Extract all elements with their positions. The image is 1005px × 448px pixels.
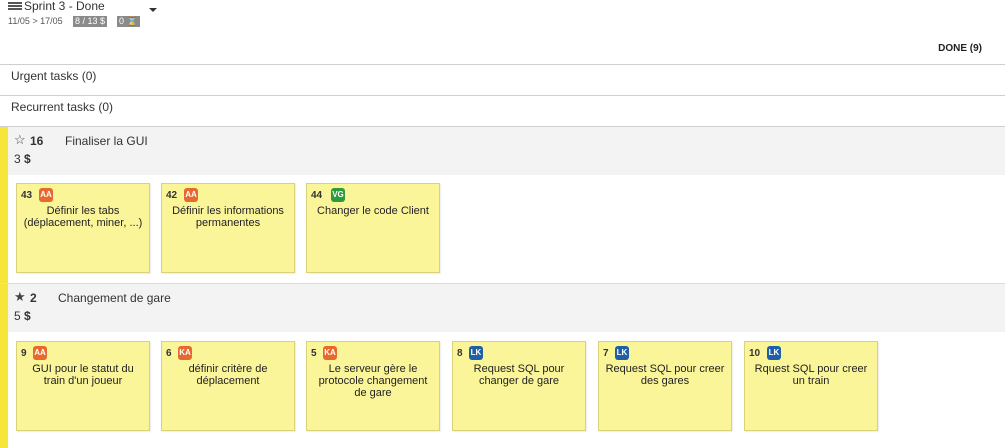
task-card[interactable]: 10 LK Rquest SQL pour creer un train xyxy=(744,341,878,431)
task-text: Rquest SQL pour creer un train xyxy=(754,363,868,387)
star-filled-icon[interactable]: ★ xyxy=(14,289,26,305)
star-outline-icon[interactable]: ☆ xyxy=(14,132,26,148)
story-title[interactable]: Finaliser la GUI xyxy=(65,134,148,148)
sprint-title[interactable]: Sprint 3 - Done xyxy=(24,0,105,13)
chevron-down-icon[interactable] xyxy=(149,8,157,12)
task-number: 44 xyxy=(311,190,323,201)
task-card[interactable]: 43 AA Définir les tabs (déplacement, min… xyxy=(16,183,150,273)
divider xyxy=(0,64,1005,65)
story-points: 5 $ xyxy=(14,309,31,323)
story-title[interactable]: Changement de gare xyxy=(58,291,171,305)
task-text: Request SQL pour creer des gares xyxy=(605,363,725,387)
task-number: 10 xyxy=(749,348,761,359)
task-text: Request SQL pour changer de gare xyxy=(473,363,565,387)
urgent-tasks-section[interactable]: Urgent tasks (0) xyxy=(11,69,96,83)
task-number: 8 xyxy=(457,348,463,359)
sprint-dates: 11/05 > 17/05 xyxy=(8,16,63,26)
story-header xyxy=(8,127,1005,175)
assignee-avatar: AA xyxy=(33,346,47,360)
task-number: 42 xyxy=(166,190,178,201)
assignee-avatar: VG xyxy=(331,188,345,202)
task-text: GUI pour le statut du train d'un joueur xyxy=(32,363,134,387)
task-card[interactable]: 6 KA définir critère de déplacement xyxy=(161,341,295,431)
sprint-header: Sprint 3 - Done 11/05 > 17/05 8 / 13 $ 0… xyxy=(0,0,1005,40)
task-text: Définir les tabs (déplacement, miner, ..… xyxy=(23,205,143,229)
task-text: Changer le code Client xyxy=(317,205,429,217)
story-number: 16 xyxy=(30,134,44,148)
sprint-list-icon xyxy=(8,2,22,11)
task-text: Le serveur gère le protocole changement … xyxy=(318,363,428,399)
assignee-avatar: KA xyxy=(323,346,337,360)
story-number: 2 xyxy=(30,291,37,305)
task-text: Définir les informations permanentes xyxy=(172,205,284,229)
task-number: 9 xyxy=(21,348,27,359)
task-card[interactable]: 8 LK Request SQL pour changer de gare xyxy=(452,341,586,431)
points-badge: 8 / 13 $ xyxy=(73,16,108,27)
assignee-avatar: LK xyxy=(469,346,483,360)
task-number: 6 xyxy=(166,348,172,359)
story-color-bar xyxy=(0,284,8,448)
task-card[interactable]: 7 LK Request SQL pour creer des gares xyxy=(598,341,732,431)
task-card[interactable]: 42 AA Définir les informations permanent… xyxy=(161,183,295,273)
divider xyxy=(0,95,1005,96)
story-color-bar xyxy=(0,127,8,283)
task-text: définir critère de déplacement xyxy=(188,363,268,387)
hours-badge: 0 ⌛ xyxy=(117,16,140,27)
task-card[interactable]: 5 KA Le serveur gère le protocole change… xyxy=(306,341,440,431)
task-card[interactable]: 9 AA GUI pour le statut du train d'un jo… xyxy=(16,341,150,431)
assignee-avatar: AA xyxy=(39,188,53,202)
assignee-avatar: LK xyxy=(767,346,781,360)
task-number: 5 xyxy=(311,348,317,359)
assignee-avatar: LK xyxy=(615,346,629,360)
assignee-avatar: KA xyxy=(178,346,192,360)
story-points: 3 $ xyxy=(14,152,31,166)
task-number: 7 xyxy=(603,348,609,359)
task-number: 43 xyxy=(21,190,33,201)
column-header-done: DONE (9) xyxy=(938,43,982,54)
assignee-avatar: AA xyxy=(184,188,198,202)
task-card[interactable]: 44 VG Changer le code Client xyxy=(306,183,440,273)
recurrent-tasks-section[interactable]: Recurrent tasks (0) xyxy=(11,100,113,114)
